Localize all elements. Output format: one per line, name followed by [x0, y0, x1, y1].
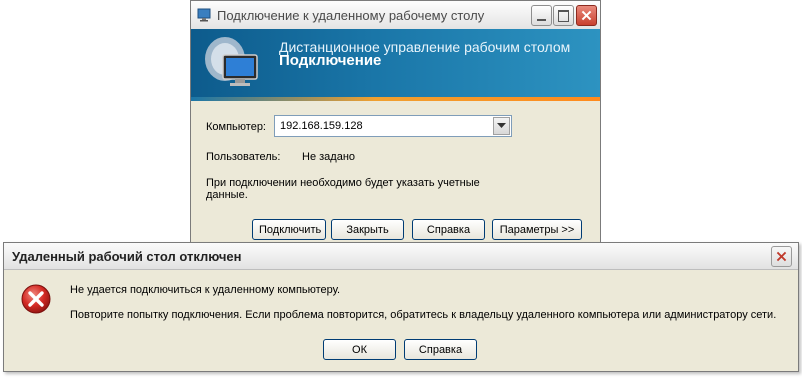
error-message-line2: Повторите попытку подключения. Если проб… — [70, 309, 777, 321]
dialog-title: Удаленный рабочий стол отключен — [12, 249, 242, 264]
computer-value[interactable]: 192.168.159.128 — [280, 120, 363, 132]
user-label: Пользователь: — [206, 151, 281, 163]
options-button[interactable]: Параметры >> — [492, 219, 582, 240]
help-button[interactable]: Справка — [412, 219, 485, 240]
minimize-button[interactable] — [531, 5, 552, 26]
banner-accent-bar — [191, 97, 600, 101]
rdp-titlebar[interactable]: Подключение к удаленному рабочему столу — [191, 1, 600, 30]
banner-title: Подключение — [279, 52, 382, 69]
user-value: Не задано — [302, 151, 356, 163]
combo-dropdown-button[interactable] — [493, 117, 510, 135]
maximize-button[interactable] — [553, 5, 574, 26]
rdp-banner: Дистанционное управление рабочим столом … — [191, 29, 600, 101]
dialog-titlebar[interactable]: Удаленный рабочий стол отключен — [4, 243, 798, 270]
error-message-line1: Не удается подключиться к удаленному ком… — [70, 284, 341, 296]
close-icon — [776, 251, 787, 262]
remote-desktop-monitor-icon — [205, 37, 258, 86]
rdp-connection-window: Подключение к удаленному рабочему столу … — [190, 0, 601, 248]
close-dialog-button[interactable]: Закрыть — [331, 219, 404, 240]
window-title: Подключение к удаленному рабочему столу — [217, 8, 485, 23]
disconnected-dialog: Удаленный рабочий стол отключен Не удает… — [3, 242, 799, 372]
dialog-close-button[interactable] — [771, 246, 792, 267]
maximize-icon — [558, 10, 569, 22]
credentials-note-line1: При подключении необходимо будет указать… — [206, 177, 480, 189]
close-icon — [581, 10, 592, 21]
ok-button[interactable]: ОК — [323, 339, 396, 360]
computer-combobox[interactable]: 192.168.159.128 — [274, 115, 512, 137]
dialog-help-button[interactable]: Справка — [404, 339, 477, 360]
credentials-note-line2: данные. — [206, 189, 248, 201]
error-x-icon — [21, 284, 51, 314]
chevron-down-icon — [497, 123, 506, 128]
minimize-icon — [537, 19, 546, 21]
connect-button[interactable]: Подключить — [252, 219, 326, 240]
computer-label: Компьютер: — [206, 121, 266, 133]
rdp-app-icon — [197, 8, 211, 22]
close-button[interactable] — [576, 5, 597, 26]
